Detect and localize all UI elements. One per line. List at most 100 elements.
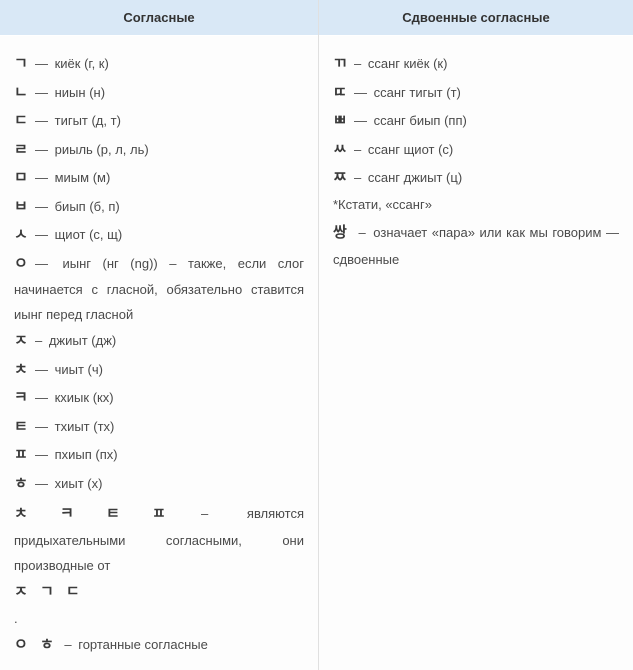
guttural-note: ㅇ ㅎ – гортанные согласные xyxy=(14,631,304,660)
hangul-glyph: ㅅ xyxy=(14,221,32,250)
hangul-glyph: ㅉ xyxy=(333,164,351,193)
hangul-glyph: ㄲ xyxy=(333,50,351,79)
hangul-glyph: ㅎ xyxy=(14,470,32,499)
separator: — xyxy=(32,390,51,405)
ssang-aside-1: *Кстати, «ссанг» xyxy=(333,193,619,218)
ssang-aside-2-text: означает «пара» или как мы говорим — сдв… xyxy=(333,225,619,267)
hangul-glyph: ㅁ xyxy=(14,164,32,193)
left-row: ㄴ— ниын (н) xyxy=(14,79,304,108)
right-row: ㄲ– ссанг киёк (к) xyxy=(333,50,619,79)
hangul-glyph: ㅂ xyxy=(14,193,32,222)
separator: — xyxy=(32,85,51,100)
separator: – xyxy=(58,637,75,652)
hangul-glyph: ㄱ xyxy=(14,50,32,79)
separator: — xyxy=(351,113,370,128)
right-row: ㅉ– ссанг джиыт (ц) xyxy=(333,164,619,193)
table-root: Согласные ㄱ— киёк (г, к)ㄴ— ниын (н)ㄷ— ти… xyxy=(0,0,633,670)
hangul-glyph: ㅃ xyxy=(333,107,351,136)
left-row: ㅎ— хиыт (х) xyxy=(14,470,304,499)
separator: — xyxy=(32,56,51,71)
separator: — xyxy=(32,199,51,214)
separator: — xyxy=(32,256,51,271)
col-double-consonants: Сдвоенные согласные ㄲ– ссанг киёк (к)ㄸ— … xyxy=(318,0,633,670)
left-row: ㅅ— щиот (с, щ) xyxy=(14,221,304,250)
separator: — xyxy=(32,362,51,377)
separator: — xyxy=(32,142,51,157)
header-double-consonants: Сдвоенные согласные xyxy=(319,0,633,36)
description: ниын (н) xyxy=(51,85,105,100)
body-consonants: ㄱ— киёк (г, к)ㄴ— ниын (н)ㄷ— тигыт (д, т)… xyxy=(0,36,318,670)
separator: – xyxy=(351,142,364,157)
separator: – xyxy=(351,170,364,185)
separator: – xyxy=(351,225,373,240)
col-consonants: Согласные ㄱ— киёк (г, к)ㄴ— ниын (н)ㄷ— ти… xyxy=(0,0,318,670)
left-row: ㅋ— кхиык (кх) xyxy=(14,384,304,413)
separator: – xyxy=(32,333,45,348)
hangul-glyph: ㅇ xyxy=(14,250,32,279)
description: пхиып (пх) xyxy=(51,447,118,462)
separator: — xyxy=(32,170,51,185)
separator: — xyxy=(32,447,51,462)
hangul-glyph: ㅌ xyxy=(14,413,32,442)
description: щиот (с, щ) xyxy=(51,227,122,242)
description: ссанг щиот (с) xyxy=(364,142,453,157)
period-line: . xyxy=(14,607,304,632)
description: тигыт (д, т) xyxy=(51,113,121,128)
separator: — xyxy=(32,419,51,434)
ssang-aside-2: 쌍 – означает «пара» или как мы говорим —… xyxy=(333,219,619,272)
description: джиыт (дж) xyxy=(45,333,116,348)
description: миым (м) xyxy=(51,170,110,185)
left-row: ㅌ— тхиыт (тх) xyxy=(14,413,304,442)
left-row: ㅊ— чиыт (ч) xyxy=(14,356,304,385)
aspirated-note: ㅊㅋㅌㅍ– являются придыхательными согласным… xyxy=(14,500,304,578)
description: биып (б, п) xyxy=(51,199,120,214)
hangul-glyph: ㅊ xyxy=(14,356,32,385)
hangul-glyph: ㄴ xyxy=(14,79,32,108)
description: риыль (р, л, ль) xyxy=(51,142,149,157)
hangul-glyph-group: ㅈ ㄱ ㄷ xyxy=(14,578,84,607)
hangul-glyph: ㅈ xyxy=(14,327,32,356)
separator: — xyxy=(32,113,51,128)
right-row: ㅆ– ссанг щиот (с) xyxy=(333,136,619,165)
hangul-glyph: ㅍ xyxy=(152,500,170,529)
description: ссанг джиыт (ц) xyxy=(364,170,462,185)
hangul-glyph: ㄸ xyxy=(333,79,351,108)
description: киёк (г, к) xyxy=(51,56,109,71)
separator: — xyxy=(32,227,51,242)
guttural-note-text: гортанные согласные xyxy=(75,637,208,652)
description: ссанг биып (пп) xyxy=(370,113,467,128)
hangul-glyph: ㄹ xyxy=(14,136,32,165)
hangul-glyph: ㄷ xyxy=(14,107,32,136)
hangul-word-ssang: 쌍 xyxy=(333,219,351,248)
hangul-glyph: ㅍ xyxy=(14,441,32,470)
hangul-glyph: ㅊ xyxy=(14,500,32,529)
left-row: ㅍ— пхиып (пх) xyxy=(14,441,304,470)
left-row: ㄱ— киёк (г, к) xyxy=(14,50,304,79)
description: чиыт (ч) xyxy=(51,362,103,377)
left-row: ㅁ— миым (м) xyxy=(14,164,304,193)
separator: — xyxy=(32,476,51,491)
description: хиыт (х) xyxy=(51,476,102,491)
left-row: ㄷ— тигыт (д, т) xyxy=(14,107,304,136)
hangul-glyph: ㅋ xyxy=(60,500,78,529)
hangul-glyph: ㅆ xyxy=(333,136,351,165)
body-double-consonants: ㄲ– ссанг киёк (к)ㄸ— ссанг тигыт (т)ㅃ— сс… xyxy=(319,36,633,282)
description: тхиыт (тх) xyxy=(51,419,114,434)
hangul-glyph-group: ㅇ ㅎ xyxy=(14,631,58,660)
right-row: ㅃ— ссанг биып (пп) xyxy=(333,107,619,136)
description: ссанг тигыт (т) xyxy=(370,85,461,100)
hangul-glyph: ㅋ xyxy=(14,384,32,413)
left-row: ㄹ— риыль (р, л, ль) xyxy=(14,136,304,165)
separator: – xyxy=(198,506,211,521)
left-row: ㅂ— биып (б, п) xyxy=(14,193,304,222)
left-row: ㅈ– джиыт (дж) xyxy=(14,327,304,356)
aspirated-from: ㅈ ㄱ ㄷ xyxy=(14,578,304,607)
header-consonants: Согласные xyxy=(0,0,318,36)
right-row: ㄸ— ссанг тигыт (т) xyxy=(333,79,619,108)
description: иынг (нг (ng)) – также, если слог начина… xyxy=(14,256,304,322)
hangul-glyph: ㅌ xyxy=(106,500,124,529)
description: кхиык (кх) xyxy=(51,390,114,405)
left-row: ㅇ— иынг (нг (ng)) – также, если слог нач… xyxy=(14,250,304,328)
description: ссанг киёк (к) xyxy=(364,56,447,71)
separator: – xyxy=(351,56,364,71)
